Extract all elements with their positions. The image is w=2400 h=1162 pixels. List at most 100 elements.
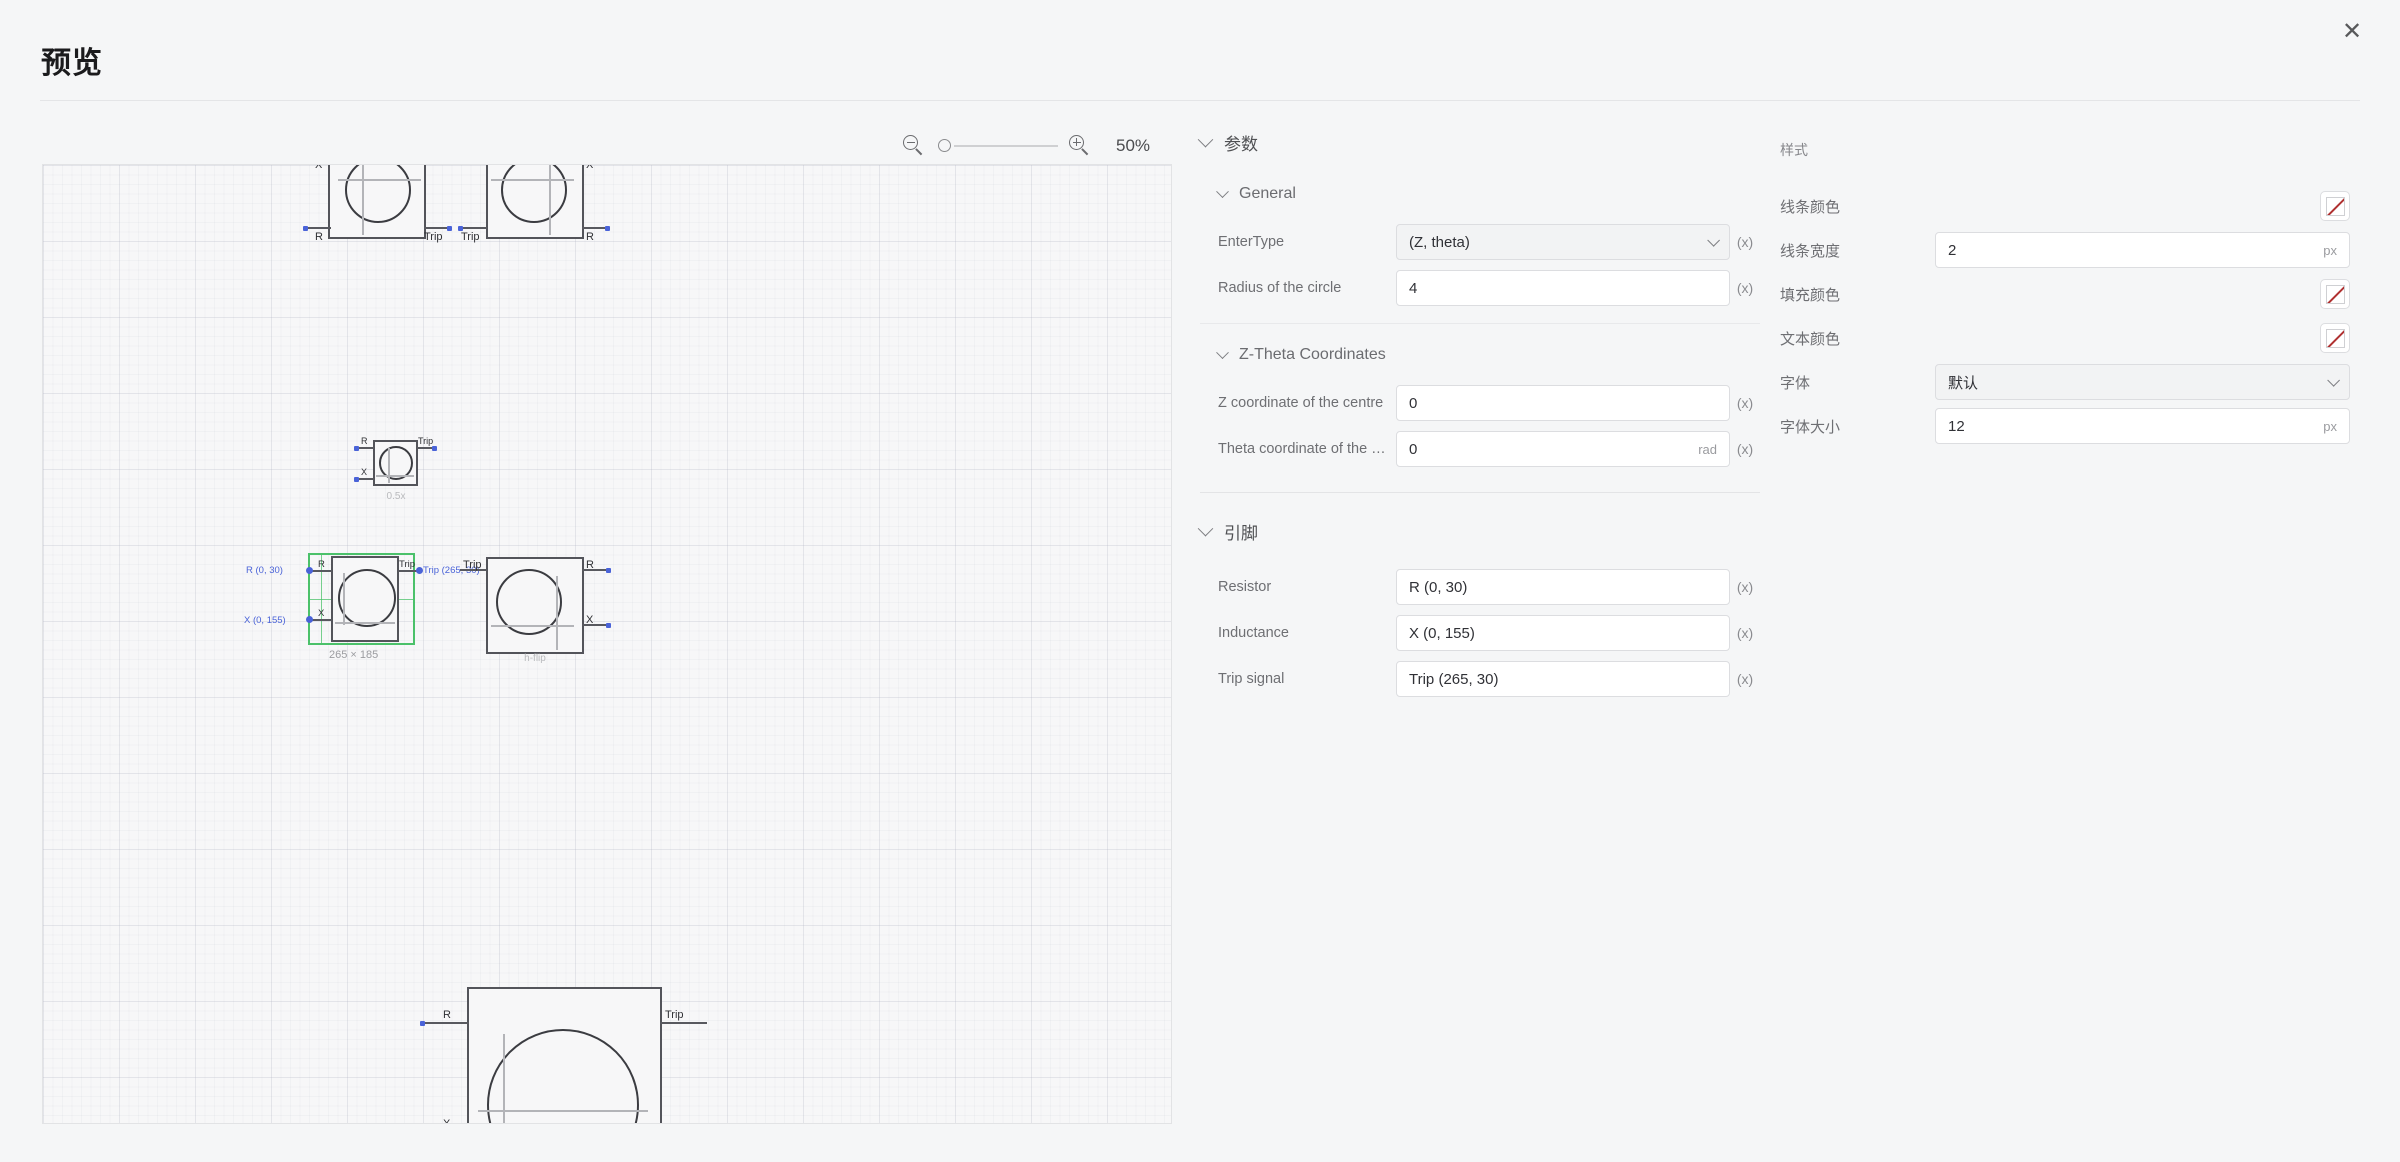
pin-label: R [586,231,594,243]
text-color-swatch-button[interactable] [2320,323,2350,353]
font-size-input[interactable]: 12 px [1935,408,2350,444]
pin-label: Trip [461,231,480,243]
row-resistor: Resistor R (0, 30) (x) [1200,566,1760,608]
row-label: EnterType [1200,234,1396,250]
trip-signal-input[interactable]: Trip (265, 30) [1396,661,1730,697]
theta-coordinate-input[interactable]: 0 rad [1396,431,1730,467]
row-label: 文本颜色 [1780,328,1935,349]
expression-button[interactable]: (x) [1730,234,1760,250]
parameters-title: 参数 [1224,130,1258,155]
style-panel: 样式 线条颜色 线条宽度 2 px 填充颜色 [1780,140,2350,448]
group-z-theta-title: Z-Theta Coordinates [1239,346,1386,364]
pins-section-header[interactable]: 引脚 [1200,519,1760,544]
style-panel-title: 样式 [1780,140,2350,160]
header-divider [40,100,2360,101]
row-fill-color: 填充颜色 [1780,272,2350,316]
no-color-swatch-icon [2326,285,2345,304]
font-select[interactable]: 默认 [1935,364,2350,400]
pin-label: X [318,608,324,619]
group-general-header[interactable]: General [1200,185,1760,203]
row-label: Trip signal [1200,671,1396,687]
row-text-color: 文本颜色 [1780,316,2350,360]
resistor-value: R (0, 30) [1409,579,1467,596]
z-coordinate-input[interactable]: 0 [1396,385,1730,421]
z-coordinate-value: 0 [1409,395,1417,412]
row-font-size: 字体大小 12 px [1780,404,2350,448]
row-label: 线条颜色 [1780,196,1935,217]
zoom-out-icon[interactable] [900,133,926,159]
row-label: 字体大小 [1780,416,1935,437]
expression-button[interactable]: (x) [1730,441,1760,457]
row-line-color: 线条颜色 [1780,184,2350,228]
theta-coordinate-value: 0 [1409,441,1417,458]
shape-caption: 0.5x [358,491,434,502]
pin-label: R [315,231,323,243]
entertype-select[interactable]: (Z, theta) [1396,224,1730,260]
pin-coordinate-label: X (0, 155) [244,615,286,626]
row-label: Radius of the circle [1200,280,1396,296]
line-width-value: 2 [1948,242,1956,259]
chevron-down-icon [1707,234,1720,247]
page-title: 预览 [41,38,103,82]
font-value: 默认 [1948,372,1978,393]
parameters-section-header[interactable]: 参数 [1200,130,1760,155]
row-font: 字体 默认 [1780,360,2350,404]
preview-dialog: 预览 ✕ 50% v-flip X R [0,0,2400,1162]
section-pins: 引脚 Resistor R (0, 30) (x) Inductance X (… [1200,519,1760,700]
zoom-in-icon[interactable] [1066,133,1092,159]
preview-canvas[interactable]: v-flip X R Trip rotate180 X [42,164,1172,1124]
dialog-header: 预览 ✕ [0,0,2400,102]
no-color-swatch-icon [2326,197,2345,216]
row-label: Z coordinate of the centre [1200,395,1396,411]
radius-input[interactable]: 4 [1396,270,1730,306]
zoom-toolbar: 50% [900,131,1150,161]
pin-label: X [315,164,322,171]
section-divider [1200,492,1760,493]
group-z-theta-header[interactable]: Z-Theta Coordinates [1200,346,1760,364]
pin-label: Trip [399,559,415,570]
inductance-value: X (0, 155) [1409,625,1475,642]
expression-button[interactable]: (x) [1730,625,1760,641]
zoom-level-label: 50% [1116,136,1150,156]
row-label: Resistor [1200,579,1396,595]
row-radius: Radius of the circle 4 (x) [1200,267,1760,309]
group-divider [1200,323,1760,324]
row-inductance: Inductance X (0, 155) (x) [1200,612,1760,654]
chevron-down-icon [1216,185,1229,198]
zoom-slider-knob[interactable] [938,139,951,152]
fill-color-swatch-button[interactable] [2320,279,2350,309]
group-general-title: General [1239,185,1296,203]
unit-label: rad [1698,442,1717,457]
expression-button[interactable]: (x) [1730,280,1760,296]
trip-signal-value: Trip (265, 30) [1409,671,1498,688]
resistor-input[interactable]: R (0, 30) [1396,569,1730,605]
row-label: Theta coordinate of the … [1200,441,1396,457]
expression-button[interactable]: (x) [1730,579,1760,595]
shape-caption: h-flip [491,653,579,664]
dimension-label: 265 × 185 [329,649,378,661]
pin-label: Trip [665,1009,684,1021]
inductance-input[interactable]: X (0, 155) [1396,615,1730,651]
row-line-width: 线条宽度 2 px [1780,228,2350,272]
expression-button[interactable]: (x) [1730,395,1760,411]
chevron-down-icon [1216,346,1229,359]
zoom-slider[interactable] [938,134,1058,158]
chevron-down-icon [1198,132,1214,148]
selection-handle[interactable] [416,567,423,574]
pin-label: R [318,559,325,570]
close-icon[interactable]: ✕ [2330,12,2374,52]
unit-label: px [2323,419,2337,434]
row-label: 线条宽度 [1780,240,1935,261]
expression-button[interactable]: (x) [1730,671,1760,687]
font-size-value: 12 [1948,418,1965,435]
row-label: 字体 [1780,372,1935,393]
pin-coordinate-label: R (0, 30) [246,565,283,576]
pin-label: R [361,436,368,446]
selection-handle[interactable] [306,616,313,623]
line-color-swatch-button[interactable] [2320,191,2350,221]
parameters-panel: 参数 General EnterType (Z, theta) (x) Radi… [1200,130,1760,704]
pin-label: X [443,1118,450,1124]
selection-handle[interactable] [306,567,313,574]
row-label: Inductance [1200,625,1396,641]
line-width-input[interactable]: 2 px [1935,232,2350,268]
